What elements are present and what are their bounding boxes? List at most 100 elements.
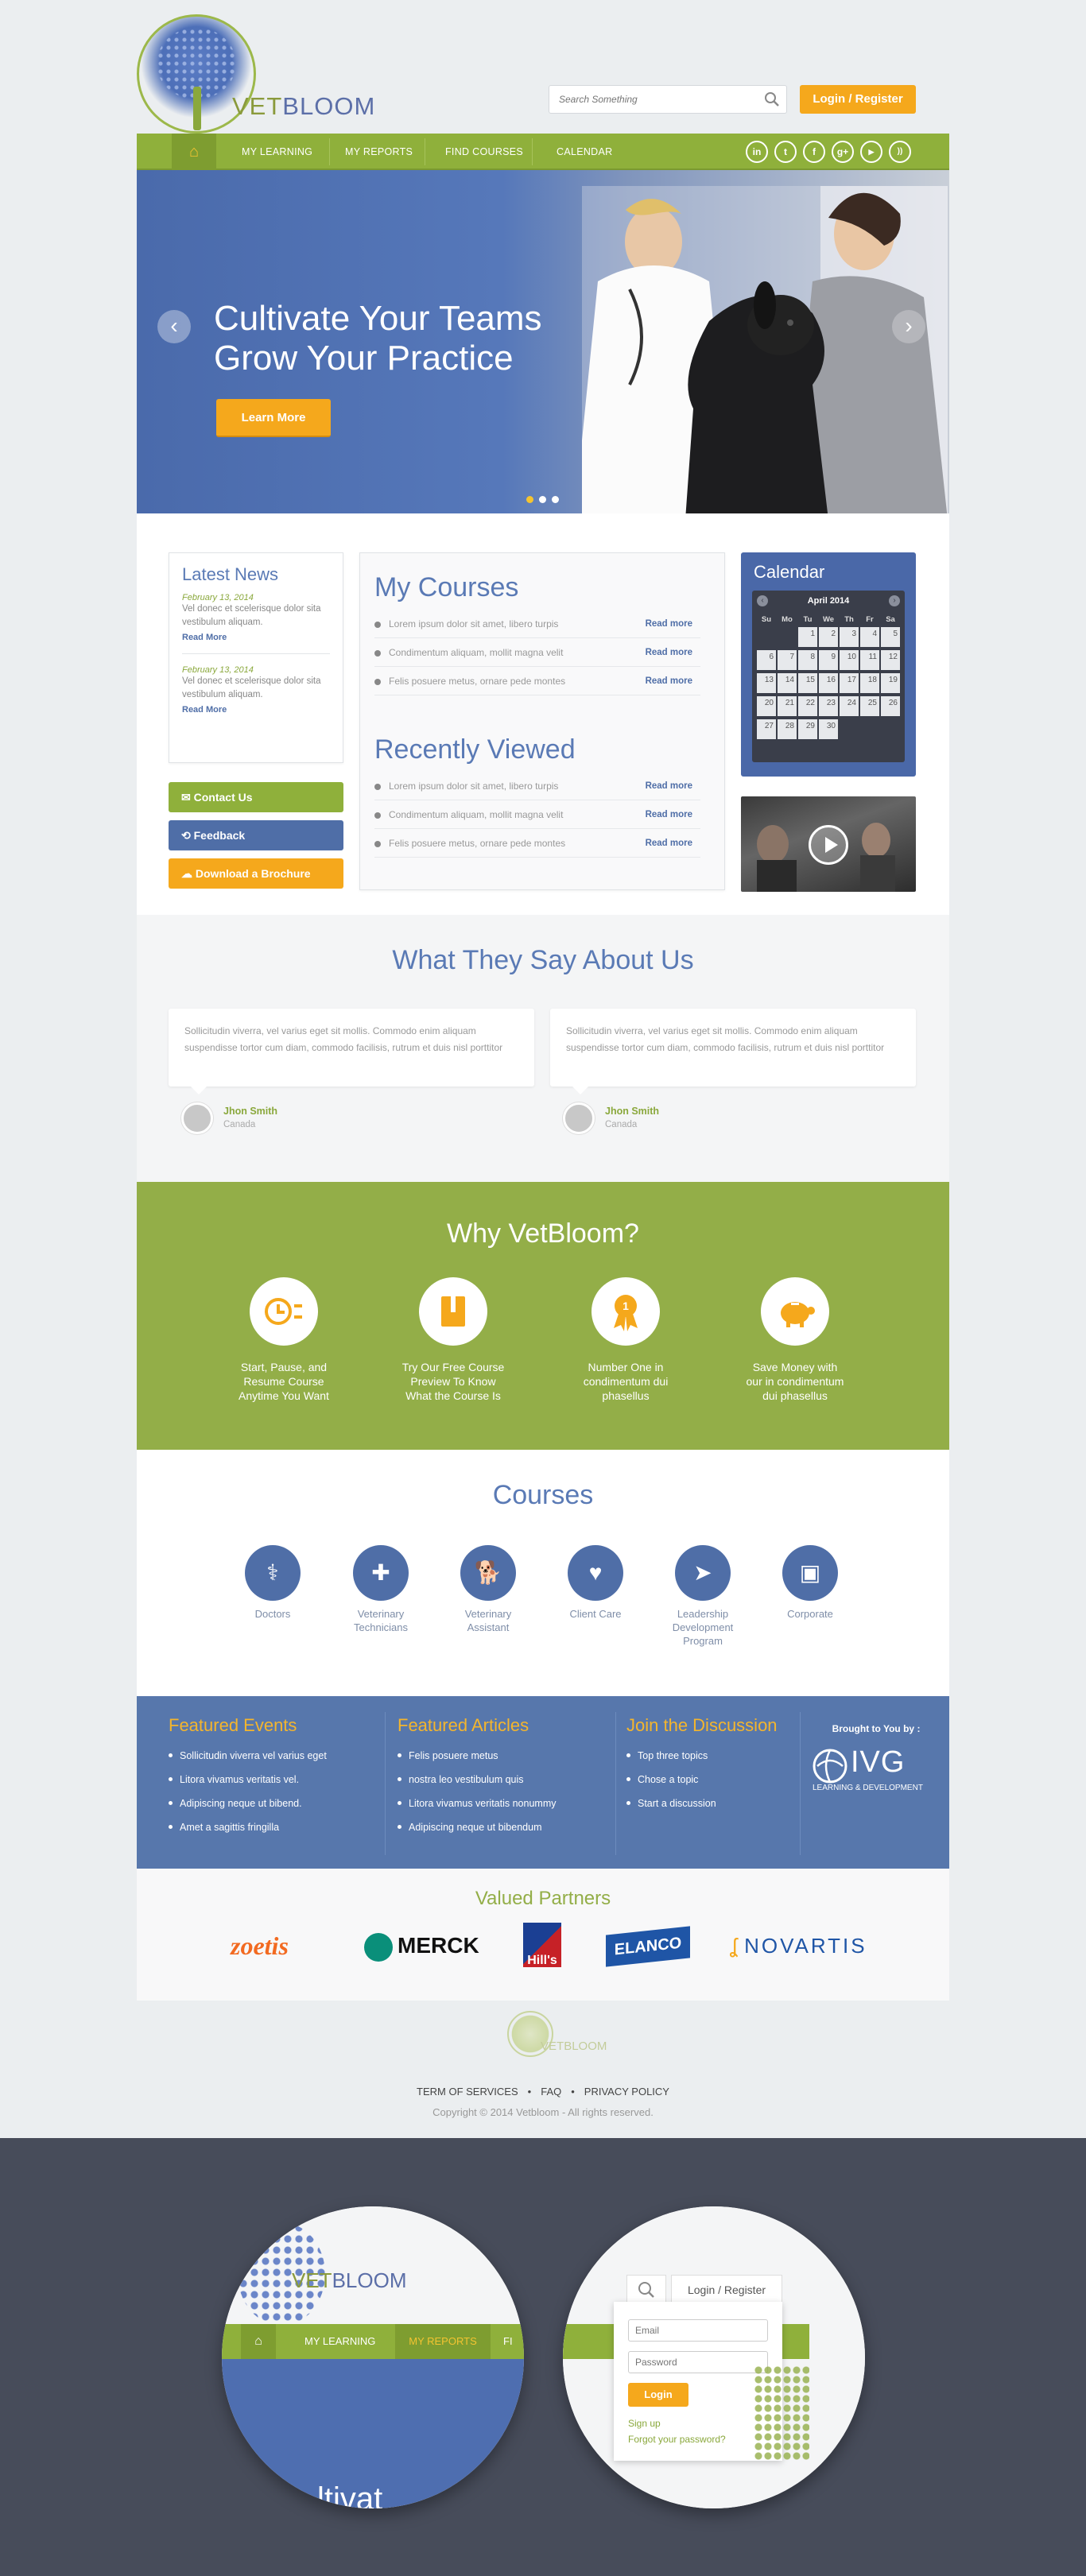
calendar-day[interactable]: 8 [798,650,817,670]
twitter-icon[interactable]: t [774,141,797,163]
sign-up-link[interactable]: Sign up [628,2418,661,2429]
list-item[interactable]: Chose a topic [626,1768,801,1792]
search-icon[interactable] [626,2275,666,2303]
calendar-day[interactable]: 4 [860,627,879,647]
privacy-link[interactable]: PRIVACY POLICY [584,2086,669,2098]
linkedin-icon[interactable]: in [746,141,768,163]
email-field[interactable] [628,2319,768,2342]
course-vet-assistant[interactable]: 🐕 Veterinary Assistant [444,1545,532,1634]
novartis-logo[interactable]: ʆ NOVARTIS [730,1926,867,1966]
facebook-icon[interactable]: f [803,141,825,163]
calendar-day[interactable]: 7 [778,650,797,670]
calendar-day[interactable]: 6 [757,650,776,670]
list-item[interactable]: Litora vivamus veritatis nonummy [398,1792,604,1815]
calendar-day[interactable]: 23 [819,696,838,716]
slider-next-arrow-icon[interactable]: › [892,310,925,343]
list-item[interactable]: Adipiscing neque ut bibend. [169,1792,375,1815]
calendar-day[interactable]: 1 [798,627,817,647]
calendar-day[interactable]: 22 [798,696,817,716]
calendar-day[interactable]: 2 [819,627,838,647]
list-item[interactable]: Felis posuere metus [398,1744,604,1768]
list-item[interactable]: Adipiscing neque ut bibendum [398,1815,604,1839]
slider-dot-active[interactable] [526,496,533,503]
merck-logo[interactable]: MERCK [364,1926,479,1966]
rss-icon[interactable]: )) [889,141,911,163]
read-more-link[interactable]: Read more [646,668,692,695]
calendar-day[interactable]: 20 [757,696,776,716]
login-register-tab[interactable]: Login / Register [671,2275,782,2303]
calendar-day[interactable]: 10 [840,650,859,670]
calendar-day[interactable]: 30 [819,719,838,739]
list-item[interactable]: Start a discussion [626,1792,801,1815]
elanco-logo[interactable]: ELANCO [606,1926,690,1967]
read-more-link[interactable]: Read more [646,610,692,638]
calendar-day[interactable]: 25 [860,696,879,716]
course-leadership[interactable]: ➤ Leadership Development Program [659,1545,747,1648]
faq-link[interactable]: FAQ [541,2086,561,2098]
ivg-logo[interactable]: IVG [813,1745,940,1784]
calendar-day[interactable]: 13 [757,673,776,693]
course-doctors[interactable]: ⚕ Doctors [229,1545,316,1621]
calendar-day[interactable]: 19 [881,673,900,693]
slider-dot[interactable] [552,496,559,503]
list-item[interactable]: Condimentum aliquam, mollit magna velit R… [374,639,700,667]
course-corporate[interactable]: ▣ Corporate [766,1545,854,1621]
nav-find-courses[interactable]: FIND COURSES [445,134,523,170]
calendar-day[interactable]: 5 [881,627,900,647]
zoetis-logo[interactable]: zoetis [231,1926,289,1966]
calendar-day[interactable]: 14 [778,673,797,693]
googleplus-icon[interactable]: g+ [832,141,854,163]
list-item[interactable]: Condimentum aliquam, mollit magna velit R… [374,801,700,829]
calendar-day[interactable]: 18 [860,673,879,693]
video-thumbnail[interactable] [741,796,916,892]
calendar-day[interactable]: 12 [881,650,900,670]
course-vet-technicians[interactable]: ✚ Veterinary Technicians [337,1545,425,1634]
list-item[interactable]: Sollicitudin viverra vel varius eget [169,1744,375,1768]
calendar-day[interactable]: 21 [778,696,797,716]
list-item[interactable]: Top three topics [626,1744,801,1768]
list-item[interactable]: Felis posuere metus, ornare pede montes R… [374,668,700,695]
calendar-day[interactable]: 26 [881,696,900,716]
news-read-more-link[interactable]: Read More [182,633,330,642]
hills-logo[interactable]: Hill's [523,1923,561,1967]
list-item[interactable]: nostra leo vestibulum quis [398,1768,604,1792]
calendar-day[interactable]: 24 [840,696,859,716]
calendar-day[interactable]: 9 [819,650,838,670]
forgot-password-link[interactable]: Forgot your password? [628,2434,726,2445]
login-button[interactable]: Login [628,2383,688,2407]
calendar-day[interactable]: 15 [798,673,817,693]
home-icon[interactable]: ⌂ [241,2324,276,2359]
search-icon[interactable] [764,91,780,107]
nav-my-reports[interactable]: MY REPORTS [345,134,413,170]
list-item[interactable]: Felis posuere metus, ornare pede montes R… [374,830,700,858]
read-more-link[interactable]: Read more [646,830,692,858]
logo[interactable]: VETBLOOM [137,14,374,134]
list-item[interactable]: Lorem ipsum dolor sit amet, libero turpi… [374,610,700,638]
download-brochure-button[interactable]: ☁ Download a Brochure [169,858,343,889]
news-read-more-link[interactable]: Read More [182,705,330,715]
nav-calendar[interactable]: CALENDAR [557,134,612,170]
nav-find-courses[interactable]: FI [503,2324,513,2359]
read-more-link[interactable]: Read more [646,801,692,829]
feedback-button[interactable]: ⟲ Feedback [169,820,343,850]
calendar-day[interactable]: 29 [798,719,817,739]
youtube-icon[interactable]: ▶ [860,141,882,163]
nav-my-reports-active[interactable]: MY REPORTS [395,2324,491,2359]
read-more-link[interactable]: Read more [646,639,692,667]
terms-link[interactable]: TERM OF SERVICES [417,2086,518,2098]
calendar-day[interactable]: 3 [840,627,859,647]
list-item[interactable]: Amet a sagittis fringilla [169,1815,375,1839]
footer-logo[interactable]: VETBLOOM [507,2011,607,2076]
list-item[interactable]: Litora vivamus veritatis vel. [169,1768,375,1792]
calendar-day[interactable]: 11 [860,650,879,670]
play-icon[interactable] [809,825,848,865]
calendar-day[interactable]: 27 [757,719,776,739]
nav-my-learning[interactable]: MY LEARNING [242,134,312,170]
nav-my-learning[interactable]: MY LEARNING [304,2324,375,2359]
login-register-button[interactable]: Login / Register [800,85,916,114]
contact-us-button[interactable]: ✉ Contact Us [169,782,343,812]
slider-prev-arrow-icon[interactable]: ‹ [157,310,191,343]
home-icon[interactable]: ⌂ [172,134,216,170]
calendar-day[interactable]: 16 [819,673,838,693]
read-more-link[interactable]: Read more [646,773,692,800]
